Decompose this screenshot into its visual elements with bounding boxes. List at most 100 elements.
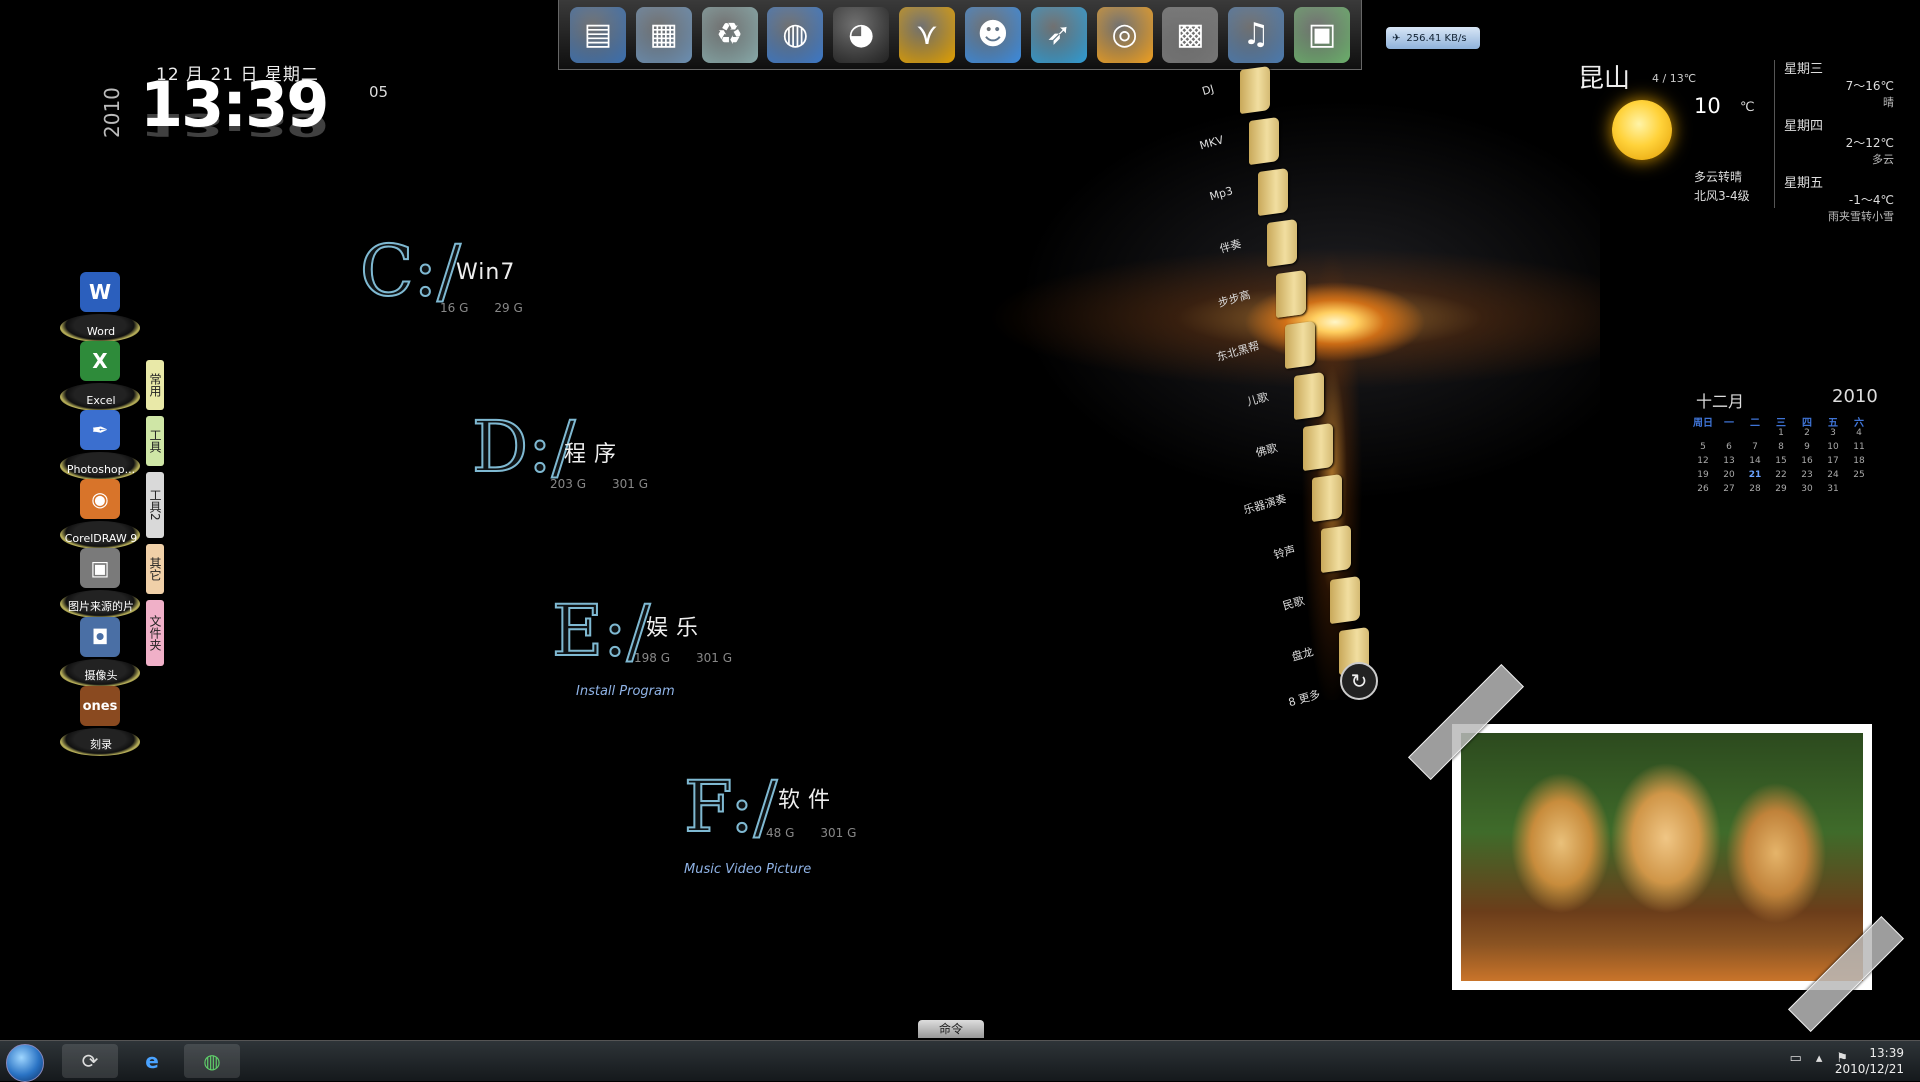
shelf-app-3[interactable]: ◉ CorelDRAW 9 <box>58 479 144 549</box>
drive-e-meter[interactable]: E:/ 娱乐 198 G 301 G Install Program <box>551 595 732 699</box>
network-speed-widget[interactable]: ✈ 256.41 KB/s <box>1386 27 1480 49</box>
folder-shortcut[interactable]: 东北黑帮 <box>1215 320 1315 373</box>
calendar-day <box>1846 484 1872 498</box>
qq-penguin-icon[interactable]: ◕ <box>833 6 890 63</box>
folder-shortcut[interactable]: DJ <box>1180 65 1270 118</box>
calendar-day[interactable]: 20 <box>1716 470 1742 484</box>
calendar-day[interactable]: 21 <box>1742 470 1768 484</box>
calendar-day[interactable]: 11 <box>1846 442 1872 456</box>
taskbar-clock[interactable]: 13:39 2010/12/21 <box>1835 1045 1904 1077</box>
command-tab[interactable]: 命令 <box>918 1020 984 1038</box>
calendar-day[interactable]: 9 <box>1794 442 1820 456</box>
folder-shortcut[interactable]: 铃声 <box>1243 524 1351 577</box>
shelf-app-2[interactable]: ✒ Photoshop... <box>58 410 144 480</box>
shelf-app-0[interactable]: W Word <box>58 272 144 342</box>
start-button[interactable] <box>6 1044 44 1082</box>
calendar-day[interactable]: 3 <box>1820 428 1846 442</box>
calendar-day[interactable]: 19 <box>1690 470 1716 484</box>
shelf-tab-4[interactable]: 文件夹 <box>146 600 164 666</box>
calendar-day[interactable]: 8 <box>1768 442 1794 456</box>
folder-shortcut[interactable]: Mp3 <box>1194 167 1288 220</box>
calendar-day[interactable]: 7 <box>1742 442 1768 456</box>
photo-frame[interactable] <box>1452 724 1872 990</box>
calendar-day <box>1690 428 1716 442</box>
calendar-day[interactable]: 2 <box>1794 428 1820 442</box>
recycle-bin-icon[interactable]: ♻ <box>701 6 758 63</box>
calendar-day[interactable]: 27 <box>1716 484 1742 498</box>
calendar-day[interactable]: 12 <box>1690 456 1716 470</box>
calendar-day[interactable]: 31 <box>1820 484 1846 498</box>
folder-shortcut[interactable]: 乐器演奏 <box>1236 473 1342 526</box>
shelf-tab-0[interactable]: 常用 <box>146 360 164 410</box>
forecast-day: 星期四 2～12℃ 多云 <box>1784 115 1894 167</box>
calendar-week-row: 5 6 7 8 9 10 11 <box>1690 442 1878 456</box>
more-folders-button[interactable]: ↻ <box>1340 662 1378 700</box>
taskbar-app-1[interactable]: ⟳ <box>62 1044 118 1078</box>
picture-icon[interactable]: ▣ <box>1294 6 1351 63</box>
calendar-day[interactable]: 5 <box>1690 442 1716 456</box>
calendar-day[interactable]: 4 <box>1846 428 1872 442</box>
calendar-day[interactable]: 14 <box>1742 456 1768 470</box>
keyboard-icon[interactable]: ▭ <box>1790 1051 1802 1066</box>
calendar-day[interactable]: 16 <box>1794 456 1820 470</box>
calendar-day[interactable]: 1 <box>1768 428 1794 442</box>
shelf-tab-1[interactable]: 工具 <box>146 416 164 466</box>
forecast-temp: 2～12℃ <box>1845 136 1894 150</box>
bat-icon[interactable]: ⋎ <box>899 6 956 63</box>
weather-temperature: 10 <box>1694 94 1721 118</box>
bird-icon[interactable]: ➶ <box>1030 6 1087 63</box>
calendar-day[interactable]: 26 <box>1690 484 1716 498</box>
calendar-day[interactable]: 17 <box>1820 456 1846 470</box>
shelf-tab-3[interactable]: 其它 <box>146 544 164 594</box>
shelf-tab-2[interactable]: 工具2 <box>146 472 164 538</box>
control-panel-icon[interactable]: ▩ <box>1162 6 1219 63</box>
calendar-day[interactable]: 22 <box>1768 470 1794 484</box>
drive-total: 301 G <box>612 477 649 491</box>
calendar-day[interactable]: 24 <box>1820 470 1846 484</box>
folder-shortcut[interactable]: 步步高 <box>1208 269 1306 322</box>
calendar-day[interactable]: 28 <box>1742 484 1768 498</box>
calendar-day[interactable]: 13 <box>1716 456 1742 470</box>
taskbar-app-3[interactable]: ◍ <box>184 1044 240 1078</box>
calendar-day[interactable]: 15 <box>1768 456 1794 470</box>
calendar-week-row: 19 20 21 22 23 24 25 <box>1690 470 1878 484</box>
calendar-day[interactable]: 29 <box>1768 484 1794 498</box>
calendar-day <box>1716 428 1742 442</box>
folder-shortcut[interactable]: 民歌 <box>1250 575 1360 628</box>
folder-shortcut[interactable]: 儿歌 <box>1222 371 1324 424</box>
drive-letter: D:/ <box>471 406 576 488</box>
network-globe-icon: ◍ <box>203 1049 221 1073</box>
desktop-monitor-icon[interactable]: ▤ <box>569 6 626 63</box>
computer-icon[interactable]: ▦ <box>635 6 692 63</box>
folder-shortcut[interactable]: MKV <box>1187 116 1279 169</box>
folder-shortcut[interactable]: 佛歌 <box>1229 422 1333 475</box>
calendar-day[interactable]: 18 <box>1846 456 1872 470</box>
app-label: 图片来源的片 <box>68 600 134 613</box>
music-player-icon[interactable]: ◎ <box>1096 6 1153 63</box>
media-icon[interactable]: ♫ <box>1228 6 1285 63</box>
taskbar-ie[interactable]: e <box>124 1044 180 1078</box>
app-label: CorelDRAW 9 <box>64 532 138 545</box>
shelf-app-1[interactable]: X Excel <box>58 341 144 411</box>
drive-d-meter[interactable]: D:/ 程序 203 G 301 G <box>471 406 648 491</box>
calendar-day[interactable]: 6 <box>1716 442 1742 456</box>
calendar-day[interactable]: 25 <box>1846 470 1872 484</box>
folder-icon <box>1276 269 1306 319</box>
smiley-icon[interactable]: ☻ <box>964 6 1021 63</box>
drive-sizes: 198 G 301 G <box>634 651 758 665</box>
drive-f-meter[interactable]: F:/ 软件 48 G 301 G Music Video Picture <box>683 771 856 877</box>
shelf-app-5[interactable]: ◘ 摄像头 <box>58 617 144 687</box>
calendar-day[interactable]: 23 <box>1794 470 1820 484</box>
forecast-temp: 7～16℃ <box>1845 79 1894 93</box>
calendar-day[interactable]: 10 <box>1820 442 1846 456</box>
globe-icon[interactable]: ◍ <box>767 6 824 63</box>
folder-shortcut[interactable]: 伴奏 <box>1201 218 1297 271</box>
shelf-app-6[interactable]: ones 刻录 <box>58 686 144 756</box>
drive-total: 301 G <box>696 651 733 665</box>
drive-c-meter[interactable]: C:/ Win7 16 G 29 G <box>359 235 523 315</box>
calendar-week-row: 1234 <box>1690 428 1878 442</box>
shelf-app-4[interactable]: ▣ 图片来源的片 <box>58 548 144 618</box>
tray-arrow-icon[interactable]: ▴ <box>1816 1051 1823 1066</box>
calendar-day[interactable]: 30 <box>1794 484 1820 498</box>
network-speed-value: 256.41 KB/s <box>1406 32 1467 44</box>
